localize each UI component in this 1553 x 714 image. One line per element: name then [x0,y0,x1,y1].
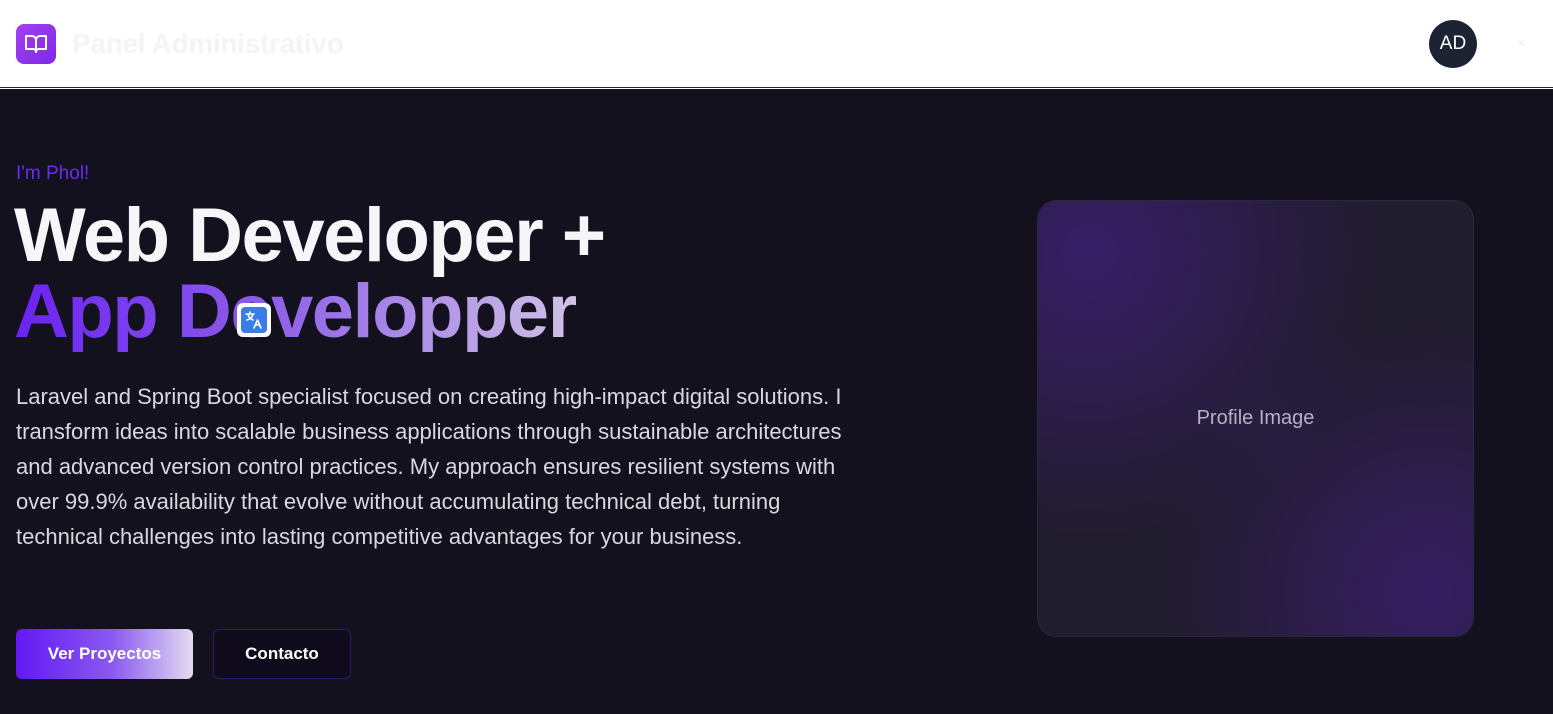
hero-section: I'm Phol! Web Developer + App Developper… [0,89,1553,714]
view-projects-button[interactable]: Ver Proyectos [16,629,193,679]
contact-button[interactable]: Contacto [213,629,351,679]
hero-title-line-2: App Developper [14,269,577,354]
profile-image-placeholder: Profile Image [1037,200,1474,637]
open-book-icon [25,35,47,53]
user-avatar[interactable]: AD [1429,20,1477,68]
hero-title-line-1: Web Developer + [14,193,606,278]
close-icon[interactable]: × [1514,34,1528,54]
app-logo[interactable] [16,24,56,64]
top-navigation-bar: Panel Administrativo AD × [0,0,1553,88]
hero-description: Laravel and Spring Boot specialist focus… [16,384,842,549]
hero-greeting: I'm Phol! [16,163,90,184]
profile-image-label: Profile Image [1196,407,1315,429]
translate-button[interactable] [237,303,271,337]
app-title: Panel Administrativo [72,28,344,59]
translate-icon [241,307,267,333]
